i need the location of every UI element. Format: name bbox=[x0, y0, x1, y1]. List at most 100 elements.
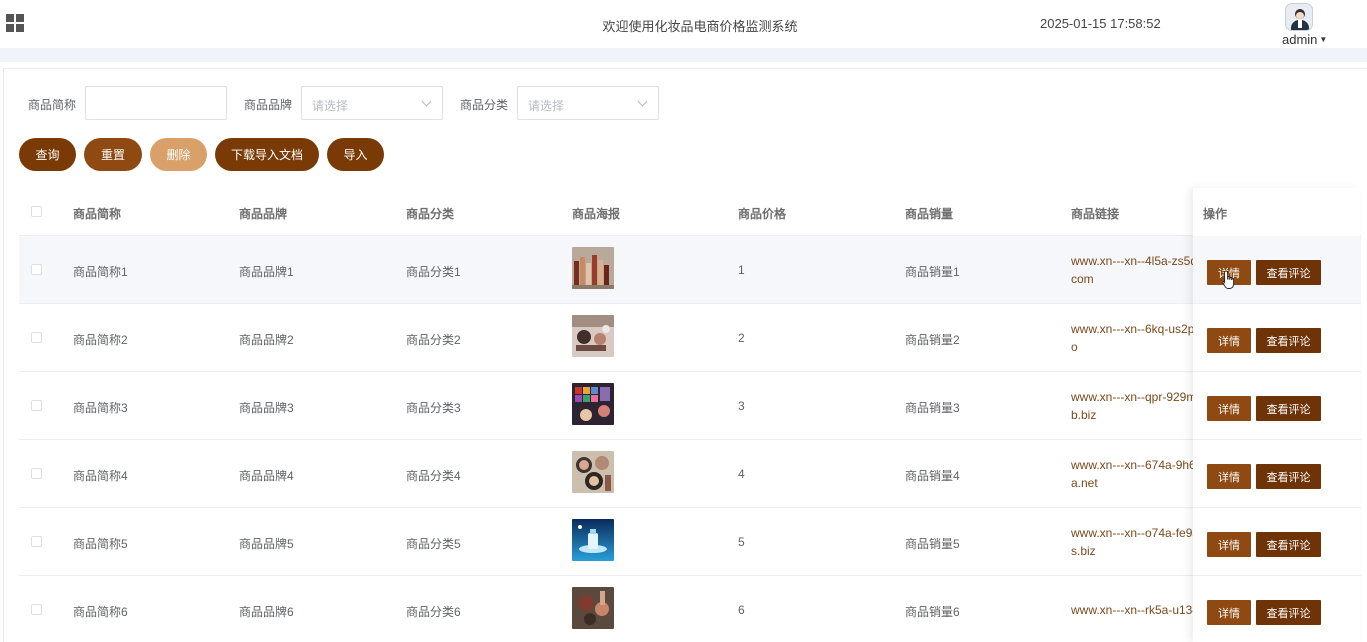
cell-link[interactable]: www.xn---xn--o74a-fe9s s.biz bbox=[1071, 524, 1195, 560]
query-button[interactable]: 查询 bbox=[19, 138, 76, 171]
brand-filter-select[interactable]: 请选择 bbox=[301, 86, 443, 120]
category-filter-placeholder: 请选择 bbox=[528, 99, 565, 113]
cell-sales: 商品销量4 bbox=[905, 469, 960, 483]
product-poster-image[interactable] bbox=[572, 315, 614, 357]
view-reviews-button[interactable]: 查看评论 bbox=[1256, 396, 1321, 421]
row-actions: 详情 查看评论 bbox=[1193, 236, 1360, 304]
row-checkbox[interactable] bbox=[31, 264, 42, 275]
column-header-actions: 操作 bbox=[1203, 207, 1228, 221]
product-poster-image[interactable] bbox=[572, 519, 614, 561]
row-actions: 详情 查看评论 bbox=[1193, 304, 1360, 372]
cell-price: 4 bbox=[738, 467, 745, 481]
cell-link[interactable]: www.xn---xn--6kq-us2pt o bbox=[1071, 320, 1195, 356]
top-header: 欢迎使用化妆品电商价格监测系统 2025-01-15 17:58:52 admi… bbox=[0, 0, 1367, 48]
cell-name: 商品简称1 bbox=[73, 265, 128, 279]
column-header-name[interactable]: 商品简称 bbox=[73, 205, 121, 222]
cell-sales: 商品销量2 bbox=[905, 333, 960, 347]
cell-category: 商品分类4 bbox=[406, 469, 461, 483]
current-datetime: 2025-01-15 17:58:52 bbox=[1040, 16, 1161, 31]
table-row[interactable]: 商品简称4 商品品牌4 商品分类4 4 商品销量4 www.xn---xn--6… bbox=[19, 440, 1361, 508]
brand-filter-placeholder: 请选择 bbox=[312, 99, 349, 113]
row-actions: 详情 查看评论 bbox=[1193, 508, 1360, 576]
cell-name: 商品简称3 bbox=[73, 401, 128, 415]
category-filter-label: 商品分类 bbox=[460, 98, 509, 112]
operations-column: 操作 详情 查看评论 详情 查看评论 详情 查看评论 详情 查看评论 详情 查看… bbox=[1193, 188, 1360, 642]
view-reviews-button[interactable]: 查看评论 bbox=[1256, 464, 1321, 489]
table-row[interactable]: 商品简称1 商品品牌1 商品分类1 1 商品销量1 www.xn---xn--4… bbox=[19, 236, 1361, 304]
cell-link[interactable]: www.xn---xn--674a-9h6s a.net bbox=[1071, 456, 1195, 492]
detail-button[interactable]: 详情 bbox=[1207, 600, 1251, 625]
hand-cursor-icon bbox=[1222, 270, 1235, 289]
column-header-sales[interactable]: 商品销量 bbox=[905, 205, 953, 222]
table-header: 商品简称 商品品牌 商品分类 商品海报 商品价格 商品销量 商品链接 bbox=[19, 188, 1361, 236]
download-template-button[interactable]: 下载导入文档 bbox=[215, 138, 319, 171]
detail-button[interactable]: 详情 bbox=[1207, 532, 1251, 557]
user-avatar-icon[interactable] bbox=[1285, 3, 1313, 31]
row-checkbox[interactable] bbox=[31, 604, 42, 615]
cell-sales: 商品销量6 bbox=[905, 605, 960, 619]
row-checkbox[interactable] bbox=[31, 332, 42, 343]
detail-button[interactable]: 详情 bbox=[1207, 464, 1251, 489]
detail-button[interactable]: 详情 bbox=[1207, 396, 1251, 421]
cell-brand: 商品品牌2 bbox=[239, 333, 294, 347]
row-actions: 详情 查看评论 bbox=[1193, 372, 1360, 440]
cell-name: 商品简称5 bbox=[73, 537, 128, 551]
cell-name: 商品简称4 bbox=[73, 469, 128, 483]
name-filter-label: 商品简称 bbox=[28, 98, 77, 112]
product-poster-image[interactable] bbox=[572, 383, 614, 425]
caret-down-icon: ▼ bbox=[1319, 35, 1328, 44]
category-filter-select[interactable]: 请选择 bbox=[517, 86, 659, 120]
view-reviews-button[interactable]: 查看评论 bbox=[1256, 600, 1321, 625]
row-checkbox[interactable] bbox=[31, 468, 42, 479]
cell-link[interactable]: www.xn---xn--4l5a-zs5q com bbox=[1071, 252, 1195, 288]
row-checkbox[interactable] bbox=[31, 400, 42, 411]
import-button[interactable]: 导入 bbox=[327, 138, 384, 171]
cell-brand: 商品品牌4 bbox=[239, 469, 294, 483]
column-header-brand[interactable]: 商品品牌 bbox=[239, 205, 287, 222]
product-poster-image[interactable] bbox=[572, 247, 614, 289]
cell-category: 商品分类3 bbox=[406, 401, 461, 415]
user-menu[interactable]: admin ▼ bbox=[1282, 32, 1327, 47]
cell-price: 5 bbox=[738, 535, 745, 549]
column-header-price[interactable]: 商品价格 bbox=[738, 205, 786, 222]
cell-price: 2 bbox=[738, 331, 745, 345]
cell-category: 商品分类2 bbox=[406, 333, 461, 347]
cell-brand: 商品品牌3 bbox=[239, 401, 294, 415]
view-reviews-button[interactable]: 查看评论 bbox=[1256, 532, 1321, 557]
cell-name: 商品简称6 bbox=[73, 605, 128, 619]
table-row[interactable]: 商品简称5 商品品牌5 商品分类5 5 商品销量5 www.xn---xn--o… bbox=[19, 508, 1361, 576]
column-header-category[interactable]: 商品分类 bbox=[406, 205, 454, 222]
view-reviews-button[interactable]: 查看评论 bbox=[1256, 328, 1321, 353]
cell-category: 商品分类5 bbox=[406, 537, 461, 551]
row-actions: 详情 查看评论 bbox=[1193, 576, 1360, 642]
row-actions: 详情 查看评论 bbox=[1193, 440, 1360, 508]
site-title: 欢迎使用化妆品电商价格监测系统 bbox=[602, 19, 798, 34]
table-row[interactable]: 商品简称6 商品品牌6 商品分类6 6 商品销量6 www.xn---xn--r… bbox=[19, 576, 1361, 642]
name-filter-input[interactable] bbox=[85, 86, 227, 120]
header-divider-band bbox=[0, 48, 1367, 62]
product-poster-image[interactable] bbox=[572, 587, 614, 629]
chevron-down-icon bbox=[421, 96, 432, 107]
cell-sales: 商品销量1 bbox=[905, 265, 960, 279]
detail-button[interactable]: 详情 bbox=[1207, 328, 1251, 353]
delete-button[interactable]: 删除 bbox=[150, 138, 207, 171]
product-poster-image[interactable] bbox=[572, 451, 614, 493]
reset-button[interactable]: 重置 bbox=[84, 138, 142, 171]
table-row[interactable]: 商品简称2 商品品牌2 商品分类2 2 商品销量2 www.xn---xn--6… bbox=[19, 304, 1361, 372]
cell-link[interactable]: www.xn---xn--qpr-929mi b.biz bbox=[1071, 388, 1195, 424]
user-name-label: admin bbox=[1282, 32, 1318, 47]
brand-filter-label: 商品品牌 bbox=[244, 98, 293, 112]
cell-brand: 商品品牌1 bbox=[239, 265, 294, 279]
select-all-checkbox[interactable] bbox=[31, 206, 42, 217]
column-header-link[interactable]: 商品链接 bbox=[1071, 205, 1119, 222]
cell-category: 商品分类6 bbox=[406, 605, 461, 619]
cell-brand: 商品品牌5 bbox=[239, 537, 294, 551]
cell-sales: 商品销量5 bbox=[905, 537, 960, 551]
column-header-poster[interactable]: 商品海报 bbox=[572, 205, 620, 222]
row-checkbox[interactable] bbox=[31, 536, 42, 547]
cell-link[interactable]: www.xn---xn--rk5a-u134 bbox=[1071, 601, 1195, 619]
cell-price: 3 bbox=[738, 399, 745, 413]
cell-category: 商品分类1 bbox=[406, 265, 461, 279]
view-reviews-button[interactable]: 查看评论 bbox=[1256, 260, 1321, 285]
table-row[interactable]: 商品简称3 商品品牌3 商品分类3 3 商品销量3 www.xn---xn--q… bbox=[19, 372, 1361, 440]
